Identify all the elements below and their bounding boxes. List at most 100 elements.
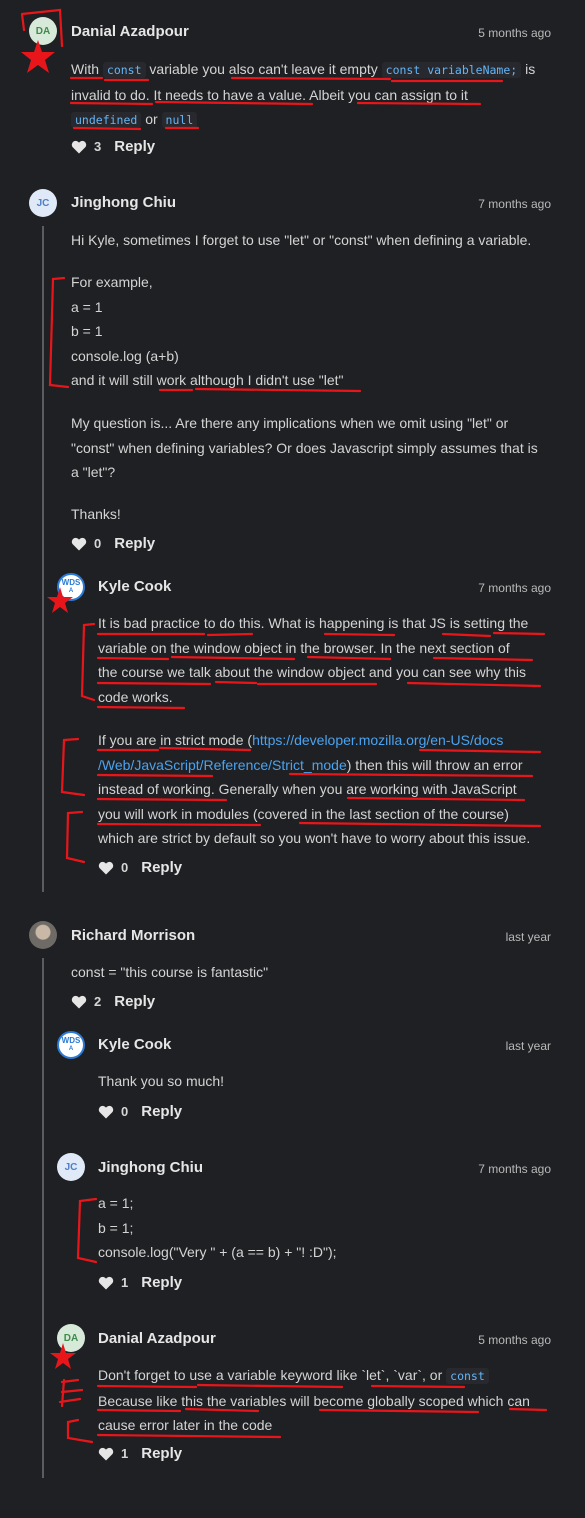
avatar[interactable]: JC [29, 189, 57, 217]
comment-body: With const variable you also can't leave… [71, 57, 561, 133]
author-name[interactable]: Danial Azadpour [98, 1330, 216, 1347]
strict-mode-link[interactable]: https://developer.mozilla.org/en-US/docs [252, 732, 503, 748]
author-name[interactable]: Richard Morrison [71, 927, 195, 944]
text: variable you also can't leave it empty [145, 61, 382, 77]
reply-button[interactable]: Reply [114, 535, 155, 552]
avatar[interactable]: WDS A [57, 573, 85, 601]
text: variable on the window object in the bro… [98, 639, 510, 656]
reply-button[interactable]: Reply [114, 138, 155, 155]
text: cause error later in the code [98, 1417, 273, 1433]
avatar[interactable]: WDS A [57, 1031, 85, 1059]
bracket-annotation [66, 1418, 94, 1444]
star-annotation [21, 40, 55, 73]
text: const = "this course is fantastic" [71, 964, 269, 980]
heart-icon[interactable] [98, 1276, 114, 1290]
like-count: 0 [121, 1104, 129, 1119]
text: For example, [71, 274, 153, 290]
comment-actions: 1 Reply [98, 1445, 182, 1462]
avatar[interactable] [29, 921, 57, 949]
reply-button[interactable]: Reply [141, 1103, 182, 1120]
text: you will work in modules (covered in the… [98, 805, 509, 822]
avatar-sub: A [68, 588, 74, 594]
reply-button[interactable]: Reply [114, 993, 155, 1010]
text: Thank you so much! [98, 1073, 225, 1089]
avatar[interactable]: DA [57, 1324, 85, 1352]
comment-actions: 3 Reply [71, 138, 155, 155]
text: a = 1 [71, 298, 103, 315]
heart-icon[interactable] [98, 861, 114, 875]
text: the course we talk about the window obje… [98, 664, 527, 680]
bracket-annotation [60, 737, 86, 797]
reply-button[interactable]: Reply [141, 1274, 182, 1291]
text: or [141, 111, 162, 127]
text: ) then this will throw an error [346, 756, 523, 773]
author-name[interactable]: Danial Azadpour [71, 23, 189, 40]
bracket-annotation [76, 1197, 98, 1264]
inline-code: null [161, 112, 198, 128]
thread-line [42, 958, 44, 1478]
heart-icon[interactable] [98, 1105, 114, 1119]
timestamp: 5 months ago [478, 26, 551, 40]
text: invalid to do. It needs to have a value.… [71, 86, 468, 103]
avatar-sub: A [68, 1046, 74, 1052]
like-count: 1 [121, 1446, 129, 1461]
heart-icon[interactable] [71, 537, 87, 551]
text: console.log (a+b) [71, 347, 179, 364]
scribble-annotation [58, 1378, 84, 1408]
author-name[interactable]: Jinghong Chiu [98, 1159, 203, 1176]
text: It is bad practice to do this. What is h… [98, 615, 529, 631]
text: With [71, 61, 103, 77]
text: My question is... Are there any implicat… [71, 415, 509, 431]
like-count: 0 [94, 536, 102, 551]
timestamp: 7 months ago [478, 581, 551, 595]
avatar-label: WDS [61, 1036, 81, 1045]
comment-body: const = "this course is fantastic" [71, 960, 561, 985]
comment-actions: 0 Reply [71, 535, 155, 552]
reply-body-strict: If you are in strict mode (https://devel… [98, 728, 558, 851]
strict-mode-link[interactable]: /Web/JavaScript/Reference/Strict_mode [98, 757, 347, 773]
comment-actions: 1 Reply [98, 1274, 182, 1291]
text: Thanks! [71, 506, 121, 522]
comment-body-example: For example, a = 1 b = 1 console.log (a+… [71, 270, 561, 393]
text: Because like this the variables will bec… [98, 1392, 530, 1409]
text: b = 1 [71, 323, 103, 339]
timestamp: 7 months ago [478, 1162, 551, 1176]
inline-code: undefined [71, 112, 142, 128]
text: and it will still work although I didn't… [71, 372, 344, 388]
avatar[interactable]: JC [57, 1153, 85, 1181]
timestamp: last year [505, 1039, 551, 1053]
reply-body: Thank you so much! [98, 1069, 558, 1094]
bracket-annotation [80, 622, 96, 702]
text: code works. [98, 688, 173, 705]
inline-code: const [102, 62, 146, 78]
reply-button[interactable]: Reply [141, 1445, 182, 1462]
text: instead of working. Generally when you a… [98, 781, 517, 797]
comment-actions: 2 Reply [71, 993, 155, 1010]
text: a "let"? [71, 464, 116, 480]
heart-icon[interactable] [71, 140, 87, 154]
author-name[interactable]: Kyle Cook [98, 1036, 171, 1053]
like-count: 3 [94, 139, 102, 154]
comment-body-thanks: Thanks! [71, 502, 561, 527]
timestamp: last year [505, 930, 551, 944]
text: console.log("Very " + (a == b) + "! :D")… [98, 1244, 337, 1260]
comment-body: Hi Kyle, sometimes I forget to use "let"… [71, 228, 561, 253]
comment-actions: 0 Reply [98, 1103, 182, 1120]
reply-button[interactable]: Reply [141, 859, 182, 876]
text: which are strict by default so you won't… [98, 830, 531, 846]
text: If you are in strict mode ( [98, 732, 253, 748]
inline-code: const [446, 1368, 489, 1384]
text: b = 1; [98, 1219, 134, 1236]
text: is [521, 61, 536, 77]
comment-actions: 0 Reply [98, 859, 182, 876]
author-name[interactable]: Kyle Cook [98, 578, 171, 595]
heart-icon[interactable] [71, 995, 87, 1009]
heart-icon[interactable] [98, 1447, 114, 1461]
text: Hi Kyle, sometimes I forget to use "let"… [71, 232, 532, 248]
reply-body: a = 1; b = 1; console.log("Very " + (a =… [98, 1191, 558, 1265]
text: "const" when defining variables? Or does… [71, 439, 538, 456]
avatar[interactable]: DA [29, 17, 57, 45]
text: Don't forget to use a variable keyword l… [98, 1367, 447, 1383]
author-name[interactable]: Jinghong Chiu [71, 194, 176, 211]
like-count: 2 [94, 994, 102, 1009]
